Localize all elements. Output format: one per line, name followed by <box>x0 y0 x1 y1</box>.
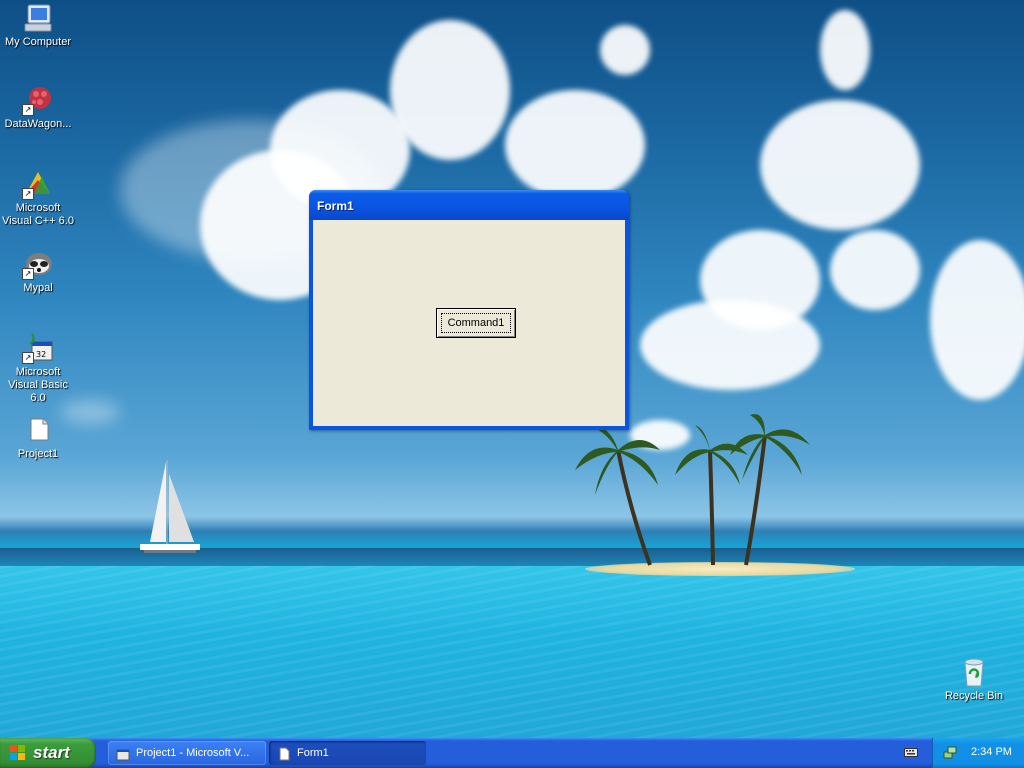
shortcut-arrow-icon: ↗ <box>22 352 34 364</box>
taskbar-button-form1[interactable]: Form1 <box>269 741 426 765</box>
desktop-icon-datawagon[interactable]: ↗ DataWagon... <box>0 84 76 131</box>
cloud <box>760 100 920 230</box>
palm-trees-image <box>575 414 810 566</box>
my-computer-icon <box>22 2 54 34</box>
mypal-icon: ↗ <box>22 248 54 280</box>
system-tray: 2:34 PM <box>932 738 1024 768</box>
form1-window[interactable]: Form1 Command1 <box>309 190 629 430</box>
desktop-icon-project1[interactable]: Project1 <box>0 414 76 461</box>
shortcut-arrow-icon: ↗ <box>22 188 34 200</box>
visual-basic-icon: 32 ↗ <box>22 332 54 364</box>
task-label: Form1 <box>297 747 329 759</box>
start-button[interactable]: start <box>0 738 96 768</box>
window-title: Form1 <box>317 199 354 213</box>
shortcut-arrow-icon: ↗ <box>22 268 34 280</box>
datawagon-icon: ↗ <box>22 84 54 116</box>
form-client-area: Command1 <box>313 220 625 426</box>
project-file-icon <box>22 414 54 446</box>
shortcut-arrow-icon: ↗ <box>22 104 34 116</box>
form-window-icon <box>277 746 291 761</box>
desktop-icon-visual-basic[interactable]: 32 ↗ Microsoft Visual Basic 6.0 <box>0 332 76 405</box>
vb-project-icon <box>116 746 130 761</box>
windows-logo-icon <box>10 745 26 761</box>
focus-rectangle <box>441 313 511 333</box>
desktop-icon-visual-cpp[interactable]: ↗ Microsoft Visual C++ 6.0 <box>0 168 76 228</box>
sea <box>0 566 1024 738</box>
desktop-icon-mypal[interactable]: ↗ Mypal <box>0 248 76 295</box>
desktop-icon-label: My Computer <box>4 36 72 48</box>
cloud <box>820 10 870 90</box>
desktop-icon-label: Project1 <box>17 448 59 460</box>
visual-cpp-icon: ↗ <box>22 168 54 200</box>
sailboat-image <box>140 460 200 553</box>
cloud <box>830 230 920 310</box>
start-label: start <box>33 743 70 762</box>
taskbar-button-project1[interactable]: Project1 - Microsoft V... <box>108 741 266 765</box>
keyboard-icon[interactable] <box>904 746 918 758</box>
desktop-icon-label: Recycle Bin <box>944 690 1004 702</box>
command1-button[interactable]: Command1 <box>436 308 516 338</box>
desktop-icon-label: Mypal <box>23 282 53 294</box>
cloud <box>505 90 645 200</box>
cloud <box>600 25 650 75</box>
window-titlebar[interactable]: Form1 <box>309 190 629 220</box>
taskbar: start Project1 - Microsoft V... Form1 2:… <box>0 738 1024 768</box>
recycle-bin-icon <box>958 656 990 688</box>
clock[interactable]: 2:34 PM <box>971 746 1012 758</box>
cloud <box>930 240 1024 400</box>
network-tray-icon[interactable] <box>943 746 957 760</box>
cloud <box>390 20 510 160</box>
svg-text:32: 32 <box>36 350 46 359</box>
cloud <box>640 300 820 390</box>
task-label: Project1 - Microsoft V... <box>136 747 250 759</box>
desktop-icon-label: Microsoft Visual Basic 6.0 <box>8 366 68 404</box>
desktop-icon-recycle-bin[interactable]: Recycle Bin <box>936 656 1012 703</box>
desktop-icon-my-computer[interactable]: My Computer <box>0 2 76 49</box>
desktop-icon-label: DataWagon... <box>4 118 72 130</box>
desktop-icon-label: Microsoft Visual C++ 6.0 <box>2 202 74 227</box>
